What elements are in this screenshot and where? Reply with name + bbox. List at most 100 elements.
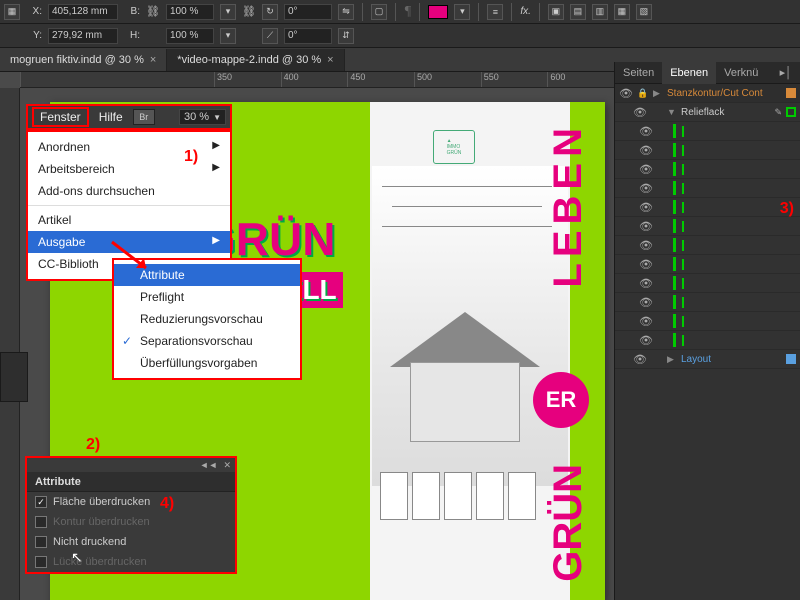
selection-box-icon[interactable] bbox=[682, 297, 684, 308]
chevron-down-icon[interactable]: ▾ bbox=[220, 28, 236, 44]
document-tab[interactable]: mogruen fiktiv.indd @ 30 % × bbox=[0, 49, 167, 71]
selection-box-icon[interactable] bbox=[682, 202, 684, 213]
flip-h-icon[interactable]: ⇋ bbox=[338, 4, 354, 20]
selection-box-icon[interactable] bbox=[682, 126, 684, 137]
visibility-icon[interactable]: 👁 bbox=[639, 277, 653, 290]
layer-row-relief[interactable]: 👁 ▼ Relieflack ✎ bbox=[615, 103, 800, 122]
layer-item[interactable]: 👁 bbox=[615, 179, 800, 198]
rotate-field[interactable]: 0° bbox=[284, 4, 332, 20]
scale-h-field[interactable]: 100 % bbox=[166, 28, 214, 44]
close-icon[interactable]: ✕ bbox=[223, 460, 231, 471]
visibility-icon[interactable]: 👁 bbox=[639, 163, 653, 176]
layer-item[interactable]: 👁 bbox=[615, 122, 800, 141]
effects-label[interactable]: fx. bbox=[520, 6, 531, 17]
submenu-item-reduz[interactable]: Reduzierungsvorschau bbox=[114, 308, 300, 330]
menu-item-anordnen[interactable]: Anordnen▶ bbox=[28, 136, 230, 158]
visibility-icon[interactable]: 👁 bbox=[639, 182, 653, 195]
layer-item[interactable]: 👁 bbox=[615, 236, 800, 255]
attr-nichtdr-row[interactable]: Nicht druckend bbox=[27, 532, 235, 552]
rotate-icon[interactable]: ↻ bbox=[262, 4, 278, 20]
corner-icon[interactable]: ▢ bbox=[371, 4, 387, 20]
layer-item[interactable]: 👁 bbox=[615, 274, 800, 293]
link2-icon[interactable]: ⛓ bbox=[242, 5, 256, 19]
visibility-icon[interactable]: 👁 bbox=[639, 315, 653, 328]
checkbox-flaeche[interactable] bbox=[35, 496, 47, 508]
wrap5-icon[interactable]: ▧ bbox=[636, 4, 652, 20]
selection-box-icon[interactable] bbox=[682, 335, 684, 346]
layer-item[interactable]: 👁 bbox=[615, 255, 800, 274]
visibility-icon[interactable]: 👁 bbox=[639, 125, 653, 138]
shear-icon[interactable]: ⟋ bbox=[262, 28, 278, 44]
visibility-icon[interactable]: 👁 bbox=[633, 106, 647, 119]
visibility-icon[interactable]: 👁 bbox=[639, 239, 653, 252]
twirl-icon[interactable]: ▼ bbox=[667, 107, 677, 117]
selection-box-icon[interactable] bbox=[682, 278, 684, 289]
menu-hilfe[interactable]: Hilfe bbox=[91, 107, 131, 127]
tab-more-icon[interactable]: ▸│ bbox=[772, 62, 800, 84]
close-icon[interactable]: × bbox=[327, 54, 333, 66]
lock-icon[interactable]: 🔒 bbox=[637, 88, 649, 99]
paragraph-style-icon[interactable]: ¶ bbox=[404, 4, 411, 20]
layer-item[interactable]: 👁 bbox=[615, 160, 800, 179]
selection-box-icon[interactable] bbox=[682, 240, 684, 251]
visibility-icon[interactable]: 👁 bbox=[639, 220, 653, 233]
x-field[interactable]: 405,128 mm bbox=[48, 4, 118, 20]
chevron-down-icon[interactable]: ▼ bbox=[213, 113, 221, 122]
visibility-icon[interactable]: 👁 bbox=[639, 334, 653, 347]
layer-item[interactable]: 👁 bbox=[615, 331, 800, 350]
tab-seiten[interactable]: Seiten bbox=[615, 62, 662, 84]
visibility-icon[interactable]: 👁 bbox=[639, 144, 653, 157]
wrap3-icon[interactable]: ▥ bbox=[592, 4, 608, 20]
selection-box-icon[interactable] bbox=[682, 164, 684, 175]
wrap4-icon[interactable]: ▦ bbox=[614, 4, 630, 20]
fill-swatch[interactable] bbox=[428, 5, 448, 19]
submenu-item-sep[interactable]: ✓Separationsvorschau bbox=[114, 330, 300, 352]
menu-item-arbeitsbereich[interactable]: Arbeitsbereich▶ bbox=[28, 158, 230, 180]
link-icon[interactable]: ⛓ bbox=[146, 5, 160, 19]
flip-v-icon[interactable]: ⇵ bbox=[338, 28, 354, 44]
tab-ebenen[interactable]: Ebenen bbox=[662, 62, 716, 84]
tool-strip[interactable] bbox=[0, 352, 28, 402]
wrap-icon[interactable]: ▣ bbox=[548, 4, 564, 20]
stroke-weight-icon[interactable]: ≡ bbox=[487, 4, 503, 20]
visibility-icon[interactable]: 👁 bbox=[639, 258, 653, 271]
close-icon[interactable]: × bbox=[150, 54, 156, 66]
layer-item[interactable]: 👁 bbox=[615, 217, 800, 236]
menu-item-artikel[interactable]: Artikel bbox=[28, 209, 230, 231]
checkbox-nichtdr[interactable] bbox=[35, 536, 47, 548]
collapse-icon[interactable]: ◄◄ bbox=[200, 460, 218, 470]
scale-w-field[interactable]: 100 % bbox=[166, 4, 214, 20]
visibility-icon[interactable]: 👁 bbox=[633, 353, 647, 366]
twirl-icon[interactable]: ▶ bbox=[653, 88, 663, 99]
layer-item[interactable]: 👁 bbox=[615, 141, 800, 160]
menu-fenster[interactable]: Fenster bbox=[32, 107, 89, 127]
menu-item-addons[interactable]: Add-ons durchsuchen bbox=[28, 180, 230, 202]
selection-box-icon[interactable] bbox=[682, 221, 684, 232]
attr-flaeche-row[interactable]: Fläche überdrucken bbox=[27, 492, 235, 512]
chevron-down-icon[interactable]: ▾ bbox=[454, 4, 470, 20]
zoom-field[interactable]: 30 % ▼ bbox=[179, 109, 226, 125]
visibility-icon[interactable]: 👁 bbox=[639, 201, 653, 214]
layer-item[interactable]: 👁 bbox=[615, 293, 800, 312]
visibility-icon[interactable]: 👁 bbox=[619, 87, 633, 100]
document-tab-active[interactable]: *video-mappe-2.indd @ 30 % × bbox=[167, 49, 344, 71]
selection-box-icon[interactable] bbox=[682, 316, 684, 327]
wrap2-icon[interactable]: ▤ bbox=[570, 4, 586, 20]
ref-point-icon[interactable]: ▦ bbox=[4, 4, 20, 20]
layer-item[interactable]: 👁 bbox=[615, 312, 800, 331]
y-field[interactable]: 279,92 mm bbox=[48, 28, 118, 44]
selection-box-icon[interactable] bbox=[682, 259, 684, 270]
visibility-icon[interactable]: 👁 bbox=[639, 296, 653, 309]
layer-row-stanz[interactable]: 👁 🔒 ▶ Stanzkontur/Cut Cont bbox=[615, 84, 800, 103]
shear-field[interactable]: 0° bbox=[284, 28, 332, 44]
layer-row-layout[interactable]: 👁 ▶ Layout bbox=[615, 350, 800, 369]
selection-box-icon[interactable] bbox=[682, 145, 684, 156]
twirl-icon[interactable]: ▶ bbox=[667, 354, 677, 365]
selection-box-icon[interactable] bbox=[682, 183, 684, 194]
submenu-item-uberf[interactable]: Überfüllungsvorgaben bbox=[114, 352, 300, 374]
submenu-item-preflight[interactable]: Preflight bbox=[114, 286, 300, 308]
bridge-icon[interactable]: Br bbox=[133, 109, 155, 125]
chevron-down-icon[interactable]: ▾ bbox=[220, 4, 236, 20]
tab-verknupfungen[interactable]: Verknü bbox=[716, 62, 766, 84]
layer-item[interactable]: 👁 bbox=[615, 198, 800, 217]
